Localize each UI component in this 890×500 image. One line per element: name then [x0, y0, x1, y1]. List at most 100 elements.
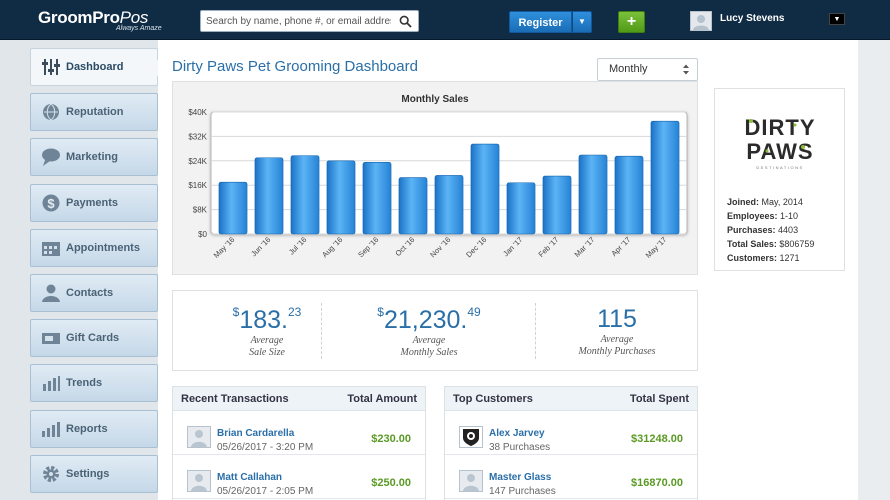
globe-icon	[40, 102, 62, 122]
customer-total-spent: $16870.00	[631, 477, 683, 489]
x-tick-label: Feb '17	[537, 235, 561, 259]
transaction-customer-name[interactable]: Brian Cardarella	[217, 428, 294, 439]
x-tick-label: Mar '17	[573, 235, 597, 259]
avatar	[187, 470, 211, 492]
chart-bar[interactable]	[506, 182, 536, 235]
calendar-icon	[40, 238, 62, 258]
svg-text:DESTINATIONS: DESTINATIONS	[756, 165, 803, 170]
y-tick-label: $0	[198, 230, 207, 239]
sidebar-item-label: Gift Cards	[66, 332, 120, 345]
total-amount-header: Total Amount	[347, 392, 417, 405]
sidebar-item-label: Reports	[66, 422, 108, 435]
sidebar-item-label: Appointments	[66, 241, 140, 254]
sidebar-item-appointments[interactable]: Appointments	[30, 228, 158, 267]
sidebar-item-dashboard[interactable]: Dashboard	[30, 48, 158, 86]
user-menu-button[interactable]: ▼	[829, 13, 845, 25]
customer-total-spent: $31248.00	[631, 433, 683, 445]
avatar	[459, 470, 483, 492]
top-customers-header: Top Customers Total Spent	[445, 387, 697, 411]
person-icon	[693, 15, 709, 30]
register-button[interactable]: Register	[509, 11, 572, 33]
person-icon	[191, 430, 207, 447]
chart-bar[interactable]	[578, 154, 608, 235]
x-tick-label: Oct '16	[393, 235, 416, 258]
joined-line: Joined: May, 2014	[727, 197, 803, 207]
customer-row[interactable]: Alex Jarvey 38 Purchases $31248.00	[445, 411, 697, 455]
sidebar-item-label: Trends	[66, 377, 103, 390]
sidebar-item-marketing[interactable]: Marketing	[30, 138, 158, 177]
chart-bar[interactable]	[398, 177, 428, 235]
person-icon	[463, 474, 479, 491]
svg-text:$: $	[47, 196, 55, 211]
transaction-date: 05/26/2017 - 3:20 PM	[217, 442, 314, 453]
transaction-customer-name[interactable]: Matt Callahan	[217, 472, 282, 483]
period-select[interactable]: Monthly	[597, 58, 698, 81]
chart-bar[interactable]	[362, 162, 392, 235]
avatar	[187, 426, 211, 448]
chart-bar[interactable]	[326, 160, 356, 235]
chart-bar[interactable]	[650, 120, 680, 235]
customer-row[interactable]: Master Glass 147 Purchases $16870.00	[445, 455, 697, 499]
business-logo: DIRTY PAWS DESTINATIONS	[745, 115, 815, 170]
recent-transactions-title: Recent Transactions	[181, 392, 289, 405]
chart-bar[interactable]	[290, 155, 320, 235]
sidebar-item-label: Contacts	[66, 287, 114, 299]
sidebar-item-label: Marketing	[66, 151, 118, 164]
period-select-value: Monthly	[609, 63, 648, 75]
x-tick-label: May '17	[644, 235, 669, 260]
x-tick-label: Jan '17	[501, 235, 524, 258]
svg-text:PAWS: PAWS	[746, 139, 813, 164]
user-avatar[interactable]	[690, 11, 712, 31]
x-tick-label: Dec '16	[464, 235, 488, 259]
user-name[interactable]: Lucy Stevens	[720, 13, 784, 24]
chart-bar[interactable]	[614, 155, 644, 235]
transaction-row[interactable]: Matt Callahan 05/26/2017 - 2:05 PM $250.…	[173, 455, 425, 499]
chart-bar[interactable]	[218, 181, 248, 235]
customer-name[interactable]: Master Glass	[489, 472, 551, 483]
right-gutter	[858, 40, 890, 500]
chart-bar[interactable]	[434, 175, 464, 235]
customer-name[interactable]: Alex Jarvey	[489, 428, 545, 439]
top-customers-panel: Top Customers Total Spent Alex Jarvey 38…	[444, 386, 698, 500]
select-arrows-icon	[683, 64, 689, 75]
x-tick-label: Aug '16	[320, 235, 344, 259]
sidebar-item-label: Payments	[66, 196, 118, 209]
sidebar-item-gift-cards[interactable]: Gift Cards	[30, 319, 158, 358]
customer-purchases: 147 Purchases	[489, 486, 556, 497]
sidebar-item-contacts[interactable]: Contacts	[30, 274, 158, 312]
purchases-line: Purchases: 4403	[727, 225, 799, 235]
transaction-row[interactable]: Brian Cardarella 05/26/2017 - 3:20 PM $2…	[173, 411, 425, 455]
crest-logo-icon	[463, 429, 479, 446]
sidebar-item-trends[interactable]: Trends	[30, 364, 158, 403]
business-stats: Joined: May, 2014 Employees: 1-10 Purcha…	[727, 195, 814, 265]
sidebar-item-label: Dashboard	[66, 61, 124, 73]
x-tick-label: Sep '16	[356, 235, 380, 259]
x-tick-label: May '16	[212, 235, 237, 260]
avatar	[459, 426, 483, 448]
chart-bar[interactable]	[542, 175, 572, 235]
gear-icon	[40, 464, 62, 484]
chart-bar[interactable]	[254, 157, 284, 235]
recent-transactions-panel: Recent Transactions Total Amount Brian C…	[172, 386, 426, 500]
chart-bar[interactable]	[470, 143, 500, 235]
total-spent-header: Total Spent	[629, 392, 689, 405]
sidebar-item-reputation[interactable]: Reputation	[30, 93, 158, 132]
chevron-down-icon: ▼	[578, 17, 586, 26]
search-box	[200, 10, 419, 32]
stat-average-monthly-sales: $21,230.49 Average Monthly Sales	[377, 305, 481, 358]
y-tick-label: $8K	[193, 206, 208, 215]
sidebar-item-settings[interactable]: Settings	[30, 454, 158, 493]
customers-line: Customers: 1271	[727, 253, 800, 263]
search-input[interactable]	[201, 11, 391, 31]
sidebar-item-payments[interactable]: $ Payments	[30, 183, 158, 222]
add-new-button[interactable]: +	[618, 11, 645, 33]
page-title: Dirty Paws Pet Grooming Dashboard	[172, 58, 418, 75]
person-icon	[191, 474, 207, 491]
y-tick-label: $24K	[188, 157, 207, 166]
register-dropdown-button[interactable]: ▼	[572, 11, 592, 33]
sidebar-item-label: Settings	[66, 467, 110, 480]
customer-purchases: 38 Purchases	[489, 442, 551, 453]
sidebar-item-label: Reputation	[66, 106, 124, 119]
search-icon[interactable]	[399, 15, 412, 28]
sidebar-item-reports[interactable]: Reports	[30, 409, 158, 448]
